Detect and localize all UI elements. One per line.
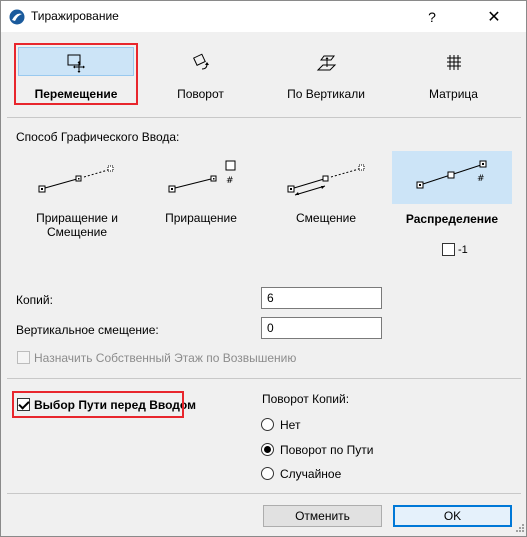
assign-story-checkbox[interactable] — [17, 351, 30, 364]
method-distribution[interactable]: # — [392, 151, 512, 204]
app-logo-icon — [9, 9, 25, 25]
tab-rotate-label: Поворот — [177, 87, 224, 101]
assign-story-label: Назначить Собственный Этаж по Возвышению — [34, 351, 297, 365]
method-increment-label: Приращение — [165, 211, 237, 225]
increment-icon: # — [168, 160, 236, 193]
distribution-icon: # — [416, 160, 487, 189]
method-increment-offset[interactable]: Приращение и Смещение — [17, 151, 137, 246]
divider-middle — [7, 378, 521, 379]
svg-text:#: # — [226, 176, 234, 186]
method-offset[interactable]: Смещение — [266, 151, 386, 246]
highlight-frame-move-tab — [14, 43, 138, 105]
vertical-offset-label: Вертикальное смещение: — [16, 323, 159, 337]
rotation-random-radio[interactable] — [261, 467, 274, 480]
window-title: Тиражирование — [31, 9, 119, 23]
resize-grip-icon[interactable] — [513, 523, 525, 535]
cancel-button[interactable]: Отменить — [263, 505, 382, 527]
rotation-none-label: Нет — [280, 418, 301, 432]
minus-one-checkbox[interactable] — [442, 243, 455, 256]
tab-rotate[interactable]: Поворот — [143, 43, 258, 103]
method-distribution-label: Распределение — [405, 212, 499, 226]
tab-matrix[interactable]: Матрица — [396, 43, 511, 103]
method-increment[interactable]: # Приращение — [141, 151, 261, 246]
rotation-path-radio[interactable] — [261, 443, 274, 456]
rotation-none-radio[interactable] — [261, 418, 274, 431]
method-increment-offset-label: Приращение и Смещение — [36, 211, 118, 239]
method-offset-label: Смещение — [295, 211, 356, 225]
vertical-icon — [316, 55, 337, 71]
divider-top — [7, 117, 521, 118]
copies-label: Копий: — [16, 293, 53, 307]
svg-text:#: # — [477, 174, 485, 184]
minus-one-label: -1 — [458, 244, 468, 256]
duplicate-dialog: Тиражирование ? ✕ Перемещение Поворот По… — [0, 0, 527, 537]
input-method-label: Способ Графического Ввода: — [16, 130, 180, 144]
increment-offset-icon — [38, 165, 114, 193]
tab-vertical-label: По Вертикали — [287, 87, 365, 101]
rotation-label: Поворот Копий: — [262, 392, 350, 406]
help-button[interactable]: ? — [409, 1, 455, 32]
tab-matrix-label: Матрица — [429, 87, 478, 101]
vertical-offset-input[interactable] — [261, 317, 382, 339]
copies-input[interactable] — [261, 287, 382, 309]
rotate-icon — [192, 53, 209, 70]
tab-vertical[interactable]: По Вертикали — [266, 43, 386, 103]
divider-bottom — [7, 493, 521, 494]
highlight-frame-path-select — [12, 391, 184, 418]
rotation-path-label: Поворот по Пути — [280, 443, 374, 457]
offset-icon — [287, 164, 365, 196]
title-bar: Тиражирование ? ✕ — [1, 1, 526, 32]
rotation-random-label: Случайное — [280, 467, 342, 481]
ok-button[interactable]: OK — [393, 505, 512, 527]
close-button[interactable]: ✕ — [471, 1, 517, 32]
matrix-icon — [446, 55, 461, 70]
